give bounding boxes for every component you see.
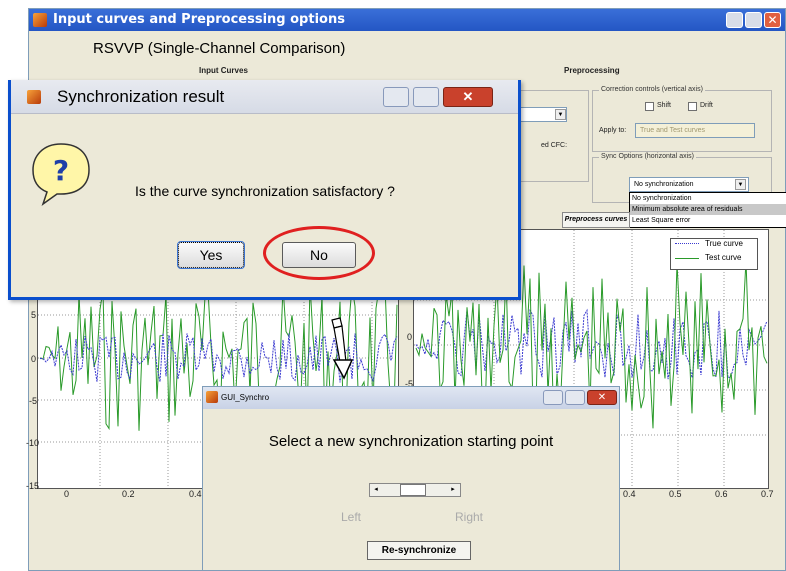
slider-right-arrow-icon[interactable]: ▸ [448,485,458,495]
dialog-title-text: Synchronization result [57,87,225,106]
drift-label: Drift [700,102,713,109]
minimize-icon[interactable] [543,390,563,405]
y-tick-label: -10 [26,438,40,448]
x-tick-label: 0.7 [761,489,774,499]
down-arrow-icon [331,317,354,380]
synchronization-dialog: Synchronization result ✕ ? Is the curve … [8,80,521,300]
true-curve-swatch [675,243,699,244]
slider-left-label: Left [341,510,362,524]
matlab-icon [33,13,47,27]
slider-thumb[interactable] [400,484,426,496]
y-tick-label: 5 [31,310,37,320]
maximize-icon[interactable] [565,390,585,405]
sync-option[interactable]: Least Square error [630,215,786,226]
drift-checkbox[interactable] [688,102,697,111]
maximize-icon[interactable] [413,87,439,107]
y-tick-label: -15 [26,481,40,491]
gui-synchro-window: GUI_Synchro ✕ Select a new synchronizati… [202,386,620,571]
preprocess-button[interactable]: Preprocess curves [562,212,630,228]
svg-text:?: ? [53,154,69,187]
legend-true-curve: True curve [705,239,743,248]
sync-options-dropdown[interactable]: No synchronization Minimum absolute area… [629,192,786,228]
y-tick-label: -5 [29,396,38,406]
sync-slider[interactable]: ◂ ▸ [369,483,461,497]
y-tick-label: 0 [407,332,413,342]
dialog-question: Is the curve synchronization satisfactor… [135,183,395,199]
y-tick-label: 0 [31,354,37,364]
dialog-titlebar: Synchronization result ✕ [11,80,518,114]
close-icon[interactable]: ✕ [764,12,781,28]
cfc-label: ed CFC: [541,142,568,149]
sync-heading: Select a new synchronization starting po… [268,433,554,450]
minimize-icon[interactable] [726,12,743,28]
yes-button[interactable]: Yes [177,241,245,269]
sync-option[interactable]: Minimum absolute area of residuals [630,204,786,215]
question-icon: ? [32,143,90,206]
x-tick-label: 0.5 [669,489,682,499]
x-tick-label: 0.4 [189,489,202,499]
chevron-down-icon[interactable]: ▼ [555,109,566,120]
sync-option[interactable]: No synchronization [630,193,786,204]
x-tick-label: 0.4 [623,489,636,499]
resync-button[interactable]: Re-synchronize [367,541,471,560]
sync-titlebar: GUI_Synchro ✕ [203,387,619,409]
sync-title-text: GUI_Synchro [221,393,270,402]
x-tick-label: 0.2 [122,489,135,499]
sync-options-legend: Sync Options (horizontal axis) [599,153,696,160]
matlab-icon [27,90,41,104]
slider-left-arrow-icon[interactable]: ◂ [371,485,381,495]
maximize-icon[interactable] [745,12,762,28]
shift-label: Shift [657,102,672,109]
input-curves-label: Input Curves [199,66,248,75]
app-subtitle: RSVVP (Single-Channel Comparison) [93,40,346,57]
plot-legend: True curve Test curve [670,238,758,270]
highlight-circle [263,226,375,280]
correction-controls-group: Correction controls (vertical axis) Shif… [592,86,772,152]
x-tick-label: 0.6 [715,489,728,499]
slider-right-label: Right [455,510,484,524]
minimize-icon[interactable] [383,87,409,107]
correction-controls-legend: Correction controls (vertical axis) [599,86,705,93]
preprocessing-label: Preprocessing [564,66,620,75]
legend-test-curve: Test curve [705,253,742,262]
matlab-icon [206,391,218,403]
main-titlebar: Input curves and Preprocessing options ✕ [29,9,785,31]
test-curve-swatch [675,258,699,259]
x-tick-label: 0 [64,489,70,499]
chevron-down-icon[interactable]: ▼ [735,179,746,190]
close-icon[interactable]: ✕ [587,390,617,405]
close-icon[interactable]: ✕ [443,87,493,107]
sync-options-select[interactable]: No synchronization [629,177,749,192]
apply-to-label: Apply to: [599,127,627,134]
main-title-text: Input curves and Preprocessing options [53,12,345,27]
shift-checkbox[interactable] [645,102,654,111]
apply-to-select[interactable]: True and Test curves [635,123,755,138]
